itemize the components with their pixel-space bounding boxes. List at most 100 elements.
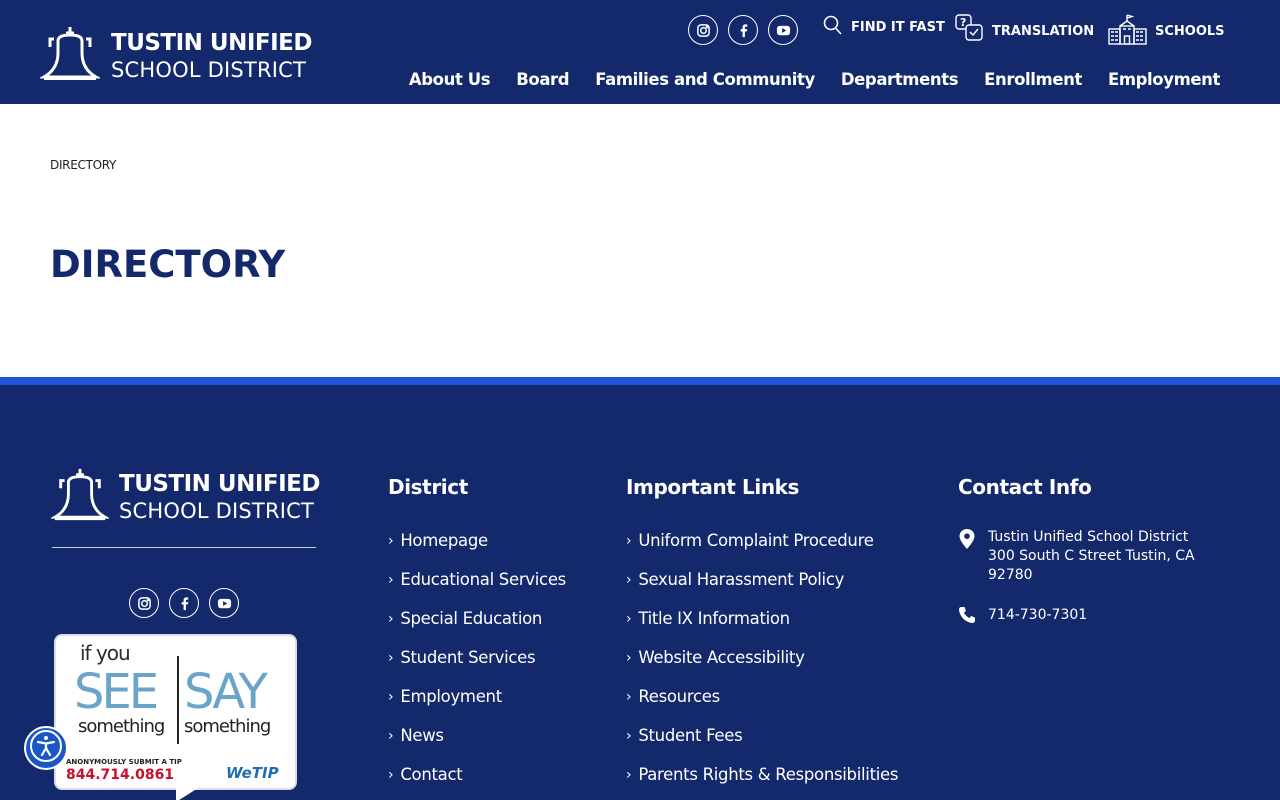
chevron-right-icon: › xyxy=(388,689,394,705)
chevron-right-icon: › xyxy=(388,572,394,588)
map-pin-icon xyxy=(958,528,988,585)
footer-logo-subtitle: SCHOOL DISTRICT xyxy=(119,499,315,523)
nav-employment[interactable]: Employment xyxy=(1108,70,1220,89)
accessibility-icon xyxy=(29,729,63,767)
footer-link-news[interactable]: › News xyxy=(388,726,566,765)
bell-logo-icon xyxy=(38,25,102,87)
facebook-icon[interactable] xyxy=(728,15,758,45)
badge-if-you: if you xyxy=(80,641,131,665)
accessibility-button[interactable] xyxy=(24,726,68,770)
chevron-right-icon: › xyxy=(388,728,394,744)
footer-social-links xyxy=(129,588,239,618)
youtube-icon[interactable] xyxy=(768,15,798,45)
footer-link-student-services[interactable]: › Student Services xyxy=(388,648,566,687)
badge-say: SAY xyxy=(184,664,268,720)
translation-link[interactable]: ? TRANSLATION xyxy=(955,14,1094,48)
see-something-say-something-badge[interactable]: if you SEE SAY something something ANONY… xyxy=(54,634,297,800)
chevron-right-icon: › xyxy=(626,728,632,744)
link-label: Student Fees xyxy=(638,726,743,745)
link-label: Parents Rights & Responsibilities xyxy=(638,765,899,784)
facebook-icon[interactable] xyxy=(169,588,199,618)
contact-address: Tustin Unified School District 300 South… xyxy=(958,528,1195,585)
important-links-heading: Important Links xyxy=(626,475,800,499)
link-label: Title IX Information xyxy=(638,609,790,628)
footer-logo-link[interactable]: TUSTIN UNIFIED SCHOOL DISTRICT xyxy=(49,467,321,527)
badge-see: SEE xyxy=(74,664,159,720)
instagram-icon[interactable] xyxy=(129,588,159,618)
chevron-right-icon: › xyxy=(388,611,394,627)
main-navigation: About Us Board Families and Community De… xyxy=(409,70,1221,89)
footer-link-resources[interactable]: › Resources xyxy=(626,687,898,726)
logo-subtitle: SCHOOL DISTRICT xyxy=(111,58,307,82)
address-line-3: 92780 xyxy=(988,567,1033,583)
footer-link-sexual-harassment-policy[interactable]: › Sexual Harassment Policy xyxy=(626,570,898,609)
contact-phone[interactable]: 714-730-7301 xyxy=(958,606,1087,630)
district-logo-link[interactable]: TUSTIN UNIFIED SCHOOL DISTRICT xyxy=(38,25,313,87)
schools-label: SCHOOLS xyxy=(1155,24,1225,39)
link-label: Uniform Complaint Procedure xyxy=(638,531,874,550)
footer-link-educational-services[interactable]: › Educational Services xyxy=(388,570,566,609)
footer-link-employment[interactable]: › Employment xyxy=(388,687,566,726)
link-label: Sexual Harassment Policy xyxy=(638,570,845,589)
link-label: Homepage xyxy=(400,531,488,550)
footer-link-special-education[interactable]: › Special Education xyxy=(388,609,566,648)
instagram-icon[interactable] xyxy=(688,15,718,45)
footer-link-contact[interactable]: › Contact xyxy=(388,765,566,800)
nav-departments[interactable]: Departments xyxy=(841,70,959,89)
chevron-right-icon: › xyxy=(626,767,632,783)
find-it-fast-link[interactable]: FIND IT FAST xyxy=(823,14,945,40)
schools-link[interactable]: SCHOOLS xyxy=(1108,14,1225,49)
footer-link-title-ix[interactable]: › Title IX Information xyxy=(626,609,898,648)
link-label: Website Accessibility xyxy=(638,648,805,667)
badge-divider xyxy=(177,656,179,744)
footer-logo-title: TUSTIN UNIFIED xyxy=(119,471,321,497)
link-label: Employment xyxy=(400,687,502,706)
chevron-right-icon: › xyxy=(388,533,394,549)
footer-link-website-accessibility[interactable]: › Website Accessibility xyxy=(626,648,898,687)
important-links: › Uniform Complaint Procedure › Sexual Har… xyxy=(626,531,898,800)
find-it-fast-label: FIND IT FAST xyxy=(851,19,945,35)
link-label: News xyxy=(400,726,444,745)
search-icon xyxy=(823,14,851,40)
translation-icon: ? xyxy=(955,14,992,48)
chevron-right-icon: › xyxy=(388,767,394,783)
nav-board[interactable]: Board xyxy=(516,70,569,89)
translation-label: TRANSLATION xyxy=(992,23,1095,39)
footer-link-student-fees[interactable]: › Student Fees xyxy=(626,726,898,765)
badge-something-left: something xyxy=(78,716,165,737)
badge-anonymous-text: ANONYMOUSLY SUBMIT A TIP xyxy=(66,758,182,766)
chevron-right-icon: › xyxy=(626,689,632,705)
bell-logo-icon xyxy=(49,467,111,527)
district-links: › Homepage › Educational Services › Special… xyxy=(388,531,566,800)
contact-info-heading: Contact Info xyxy=(958,475,1092,499)
nav-families-and-community[interactable]: Families and Community xyxy=(595,70,815,89)
chevron-right-icon: › xyxy=(388,650,394,666)
chevron-right-icon: › xyxy=(626,650,632,666)
footer-link-homepage[interactable]: › Homepage xyxy=(388,531,566,570)
page-title: DIRECTORY xyxy=(50,243,286,286)
footer-divider xyxy=(52,547,316,548)
wetip-logo: WeTIP xyxy=(226,764,279,782)
phone-icon xyxy=(958,606,988,630)
chevron-right-icon: › xyxy=(626,533,632,549)
youtube-icon[interactable] xyxy=(209,588,239,618)
footer-link-uniform-complaint[interactable]: › Uniform Complaint Procedure xyxy=(626,531,898,570)
chevron-right-icon: › xyxy=(626,611,632,627)
school-building-icon xyxy=(1108,14,1155,49)
footer-link-parents-rights[interactable]: › Parents Rights & Responsibilities xyxy=(626,765,898,800)
chevron-right-icon: › xyxy=(626,572,632,588)
logo-title: TUSTIN UNIFIED xyxy=(111,30,313,56)
address-line-1: Tustin Unified School District xyxy=(988,529,1189,545)
address-line-2: 300 South C Street Tustin, CA xyxy=(988,548,1195,564)
link-label: Educational Services xyxy=(400,570,566,589)
site-header: TUSTIN UNIFIED SCHOOL DISTRICT FIND IT F… xyxy=(0,0,1280,104)
nav-enrollment[interactable]: Enrollment xyxy=(984,70,1082,89)
badge-something-right: something xyxy=(184,716,271,737)
district-heading: District xyxy=(388,475,468,499)
breadcrumb: DIRECTORY xyxy=(50,158,117,172)
link-label: Special Education xyxy=(400,609,543,628)
link-label: Student Services xyxy=(400,648,536,667)
link-label: Resources xyxy=(638,687,720,706)
link-label: Contact xyxy=(400,765,463,784)
nav-about-us[interactable]: About Us xyxy=(409,70,491,89)
